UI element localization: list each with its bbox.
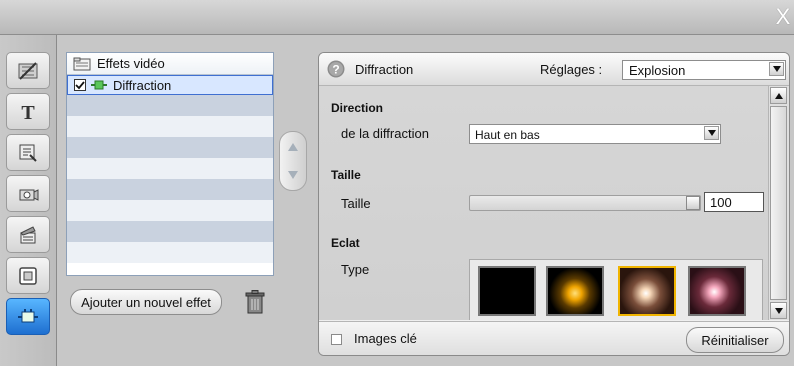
direction-label: de la diffraction	[341, 126, 429, 141]
section-heading-taille: Taille	[331, 168, 361, 182]
chevron-down-icon	[707, 130, 716, 136]
size-label: Taille	[341, 196, 371, 211]
effects-list-title: Effets vidéo	[97, 56, 165, 71]
keyframes-label: Images clé	[354, 331, 417, 346]
size-slider[interactable]	[469, 195, 701, 211]
scroll-up-button[interactable]	[770, 87, 787, 104]
close-button[interactable]: X	[774, 4, 792, 30]
effect-order-scroller	[279, 131, 307, 191]
burst-type-option-white-selected[interactable]	[618, 266, 676, 316]
settings-body: Direction de la diffraction Haut en bas …	[319, 86, 768, 320]
list-row-empty	[67, 200, 273, 221]
tab-clapper[interactable]	[6, 216, 50, 253]
tab-camera[interactable]	[6, 175, 50, 212]
preset-select[interactable]: Explosion	[622, 60, 786, 80]
size-value-field[interactable]: 100	[704, 192, 764, 212]
scroll-down-button[interactable]	[770, 302, 787, 319]
effect-title: Diffraction	[355, 62, 414, 77]
preset-label: Réglages :	[540, 62, 603, 77]
list-row-empty	[67, 95, 273, 116]
move-up-button[interactable]	[283, 136, 303, 158]
title-t-icon: T	[21, 102, 35, 124]
left-tab-bar: T	[0, 35, 57, 366]
preset-value: Explosion	[629, 63, 686, 78]
effect-plug-icon	[91, 80, 107, 90]
direction-select[interactable]: Haut en bas	[469, 124, 721, 144]
dropdown-button[interactable]	[704, 126, 719, 140]
add-effect-button[interactable]: Ajouter un nouvel effet	[70, 289, 222, 315]
panel-header: ? Diffraction Réglages : Explosion	[319, 53, 789, 86]
svg-text:?: ?	[332, 63, 339, 77]
camera-icon	[19, 188, 39, 201]
tab-frame[interactable]	[6, 257, 50, 294]
effects-list-header: Effets vidéo	[67, 53, 273, 75]
list-row-empty	[67, 116, 273, 137]
effect-item-diffraction[interactable]: Diffraction	[67, 75, 273, 95]
list-row-empty	[67, 179, 273, 200]
list-row-empty	[67, 221, 273, 242]
burst-type-gallery	[469, 259, 763, 320]
list-row-empty	[67, 242, 273, 263]
burst-type-option-pink[interactable]	[688, 266, 746, 316]
arrow-down-icon	[774, 307, 783, 314]
effect-item-label: Diffraction	[113, 77, 172, 93]
tab-title[interactable]: T	[6, 93, 50, 130]
effects-plug-icon	[18, 308, 38, 322]
slider-thumb[interactable]	[686, 196, 700, 210]
list-row-empty	[67, 158, 273, 179]
effects-window: X T Effets vidéo Diffraction Ajouter un …	[0, 0, 794, 366]
settings-scrollbar[interactable]	[768, 86, 789, 320]
arrow-up-icon	[288, 143, 298, 151]
chevron-down-icon	[772, 66, 781, 72]
checkbox-checked-icon[interactable]	[74, 79, 86, 91]
panel-footer: Images clé Réinitialiser	[319, 321, 789, 355]
move-down-button[interactable]	[283, 164, 303, 186]
dropdown-button[interactable]	[769, 62, 784, 76]
burst-type-option-none[interactable]	[478, 266, 536, 316]
effect-settings-panel: ? Diffraction Réglages : Explosion Direc…	[318, 52, 790, 356]
help-icon[interactable]: ?	[327, 60, 345, 78]
section-heading-direction: Direction	[331, 101, 384, 115]
direction-value: Haut en bas	[475, 128, 540, 142]
arrow-down-icon	[288, 171, 298, 179]
scrollbar-thumb[interactable]	[770, 106, 787, 300]
keyframes-checkbox[interactable]	[331, 334, 342, 345]
edit-video-icon	[18, 61, 38, 80]
reset-button[interactable]: Réinitialiser	[686, 327, 784, 353]
type-label: Type	[341, 262, 370, 277]
burst-type-option-gold[interactable]	[546, 266, 604, 316]
trash-icon[interactable]	[245, 290, 265, 314]
frame-icon	[19, 266, 37, 285]
effects-list: Effets vidéo Diffraction	[66, 52, 274, 276]
section-heading-eclat: Eclat	[331, 236, 360, 250]
tab-effects[interactable]	[6, 298, 50, 335]
clapper-icon	[20, 225, 36, 243]
arrow-up-icon	[774, 92, 783, 99]
tab-edit-video[interactable]	[6, 52, 50, 89]
menu-icon	[19, 144, 37, 162]
tab-menu[interactable]	[6, 134, 50, 171]
svg-text:T: T	[21, 102, 35, 124]
film-folder-icon	[73, 57, 91, 70]
list-row-empty	[67, 137, 273, 158]
title-bar: X	[0, 0, 794, 35]
